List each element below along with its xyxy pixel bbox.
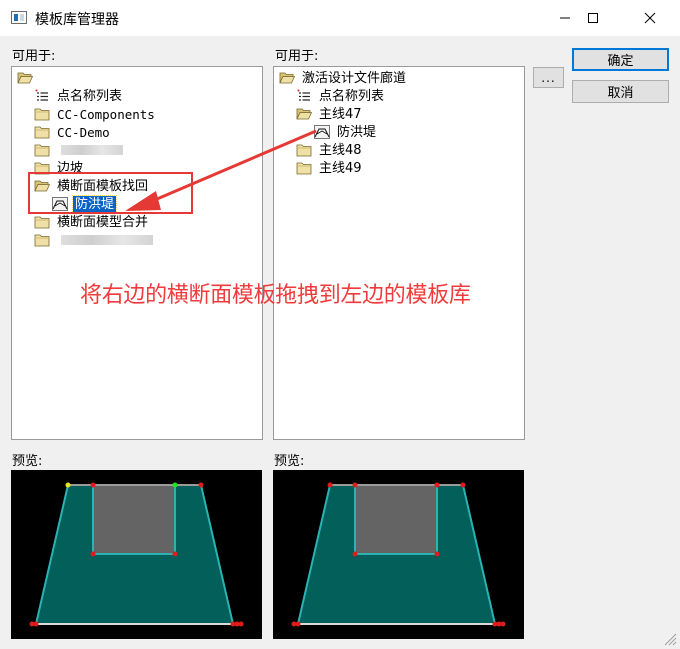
tree-node-mainline-47[interactable]: 主线47 xyxy=(296,105,364,123)
folder-icon xyxy=(34,143,50,157)
redacted-label xyxy=(61,145,123,155)
folder-icon xyxy=(34,107,50,121)
tree-node-flood-dike[interactable]: 防洪堤 xyxy=(314,123,378,141)
tree-node-cc-components[interactable]: CC-Components xyxy=(34,105,157,123)
tree-node-redacted-1[interactable] xyxy=(34,141,123,159)
left-preview-label: 预览: xyxy=(12,454,43,469)
folder-icon xyxy=(34,125,50,139)
left-template-tree[interactable]: 点名称列表 CC-Components CC-Demo 边坡 横断面模板找回 防… xyxy=(11,66,263,440)
title-bar: 模板库管理器 xyxy=(0,0,680,36)
maximize-button[interactable] xyxy=(570,0,616,36)
tree-node-mainline-48[interactable]: 主线48 xyxy=(296,141,364,159)
window-app-icon xyxy=(11,11,27,24)
right-template-preview xyxy=(273,470,524,639)
maximize-icon xyxy=(588,13,598,23)
folder-icon xyxy=(34,215,50,229)
folder-icon xyxy=(34,233,50,247)
tree-node-point-list[interactable]: 点名称列表 xyxy=(296,87,386,105)
close-icon xyxy=(644,12,656,24)
cancel-button[interactable]: 取消 xyxy=(572,80,669,103)
tree-node-mainline-49[interactable]: 主线49 xyxy=(296,159,364,177)
ok-button[interactable]: 确定 xyxy=(572,48,669,71)
folder-open-icon xyxy=(279,71,296,85)
left-available-label: 可用于: xyxy=(12,49,56,64)
list-icon xyxy=(296,89,312,103)
left-template-preview xyxy=(11,470,262,639)
window-title: 模板库管理器 xyxy=(35,12,119,28)
tree-node-point-list[interactable]: 点名称列表 xyxy=(34,87,124,105)
tree-node-active-design-corridor[interactable]: 激活设计文件廊道 xyxy=(279,69,408,87)
browse-button[interactable]: ... xyxy=(533,67,564,88)
annotation-text: 将右边的横断面模板拖拽到左边的模板库 xyxy=(80,283,471,308)
tree-node-redacted-2[interactable] xyxy=(34,231,153,249)
right-available-label: 可用于: xyxy=(275,49,319,64)
close-button[interactable] xyxy=(627,0,673,36)
folder-open-icon xyxy=(296,107,313,121)
tree-node-cc-demo[interactable]: CC-Demo xyxy=(34,123,112,141)
folder-icon xyxy=(296,143,312,157)
folder-open-icon xyxy=(17,71,34,85)
list-icon xyxy=(34,89,50,103)
tree-node-root[interactable] xyxy=(17,69,42,87)
resize-grip-icon[interactable] xyxy=(663,632,677,646)
folder-icon xyxy=(296,161,312,175)
redacted-label xyxy=(61,235,153,245)
right-preview-label: 预览: xyxy=(274,454,305,469)
right-template-tree[interactable]: 激活设计文件廊道 点名称列表 主线47 防洪堤 主线48 主线49 xyxy=(273,66,525,440)
tree-node-model-merge[interactable]: 横断面模型合并 xyxy=(34,213,150,231)
template-icon xyxy=(314,125,330,139)
highlight-box xyxy=(28,172,193,214)
